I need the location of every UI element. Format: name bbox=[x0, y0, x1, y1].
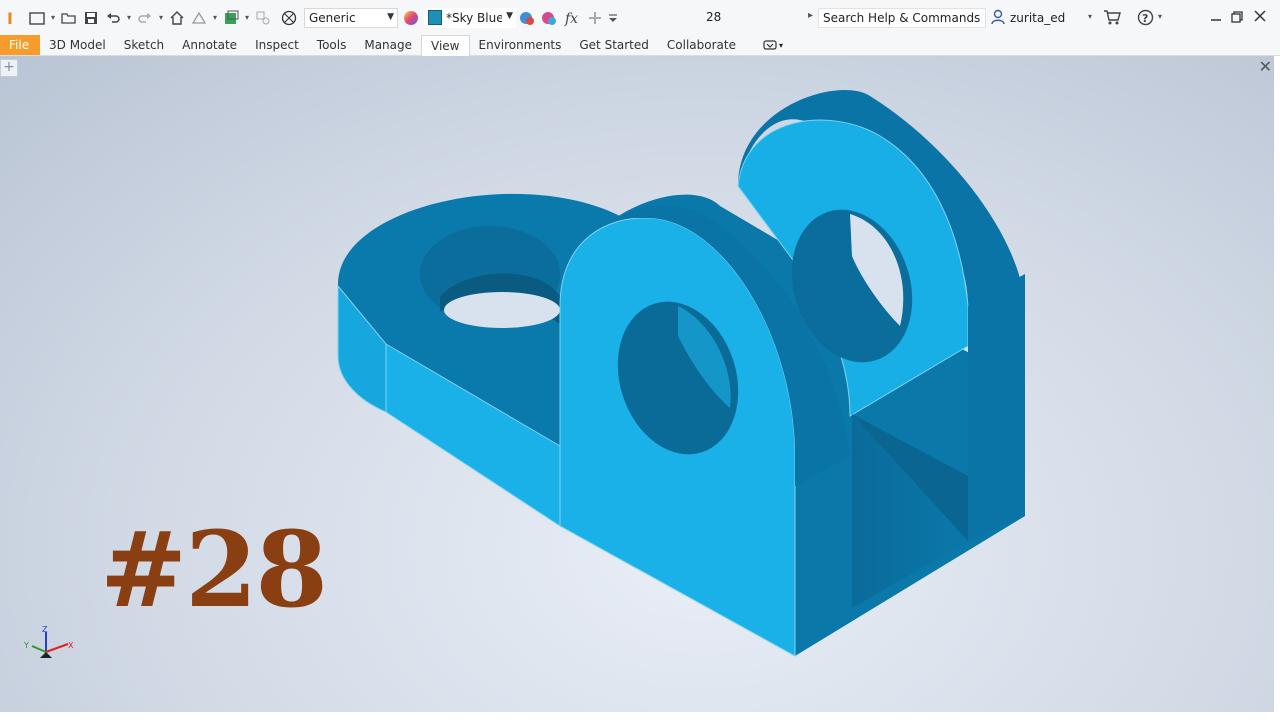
select-icon[interactable] bbox=[252, 7, 274, 29]
left-hole-through bbox=[444, 292, 560, 328]
ribbon-options-icon[interactable]: ▾ bbox=[763, 39, 783, 51]
minimize-icon[interactable] bbox=[1210, 10, 1222, 25]
tab-sketch[interactable]: Sketch bbox=[115, 35, 173, 55]
ribbon-tabs: File 3D Model Sketch Annotate Inspect To… bbox=[0, 34, 1280, 56]
tab-view[interactable]: View bbox=[421, 34, 470, 56]
triad-z-label: Z bbox=[42, 626, 48, 634]
tab-environments[interactable]: Environments bbox=[470, 35, 571, 55]
adjust-icon[interactable] bbox=[516, 7, 538, 29]
sketch-icon[interactable] bbox=[188, 7, 210, 29]
redo-icon[interactable] bbox=[134, 7, 156, 29]
sketch-dropdown-caret[interactable]: ▾ bbox=[210, 13, 220, 22]
cart-icon[interactable] bbox=[1103, 9, 1121, 28]
tab-collaborate[interactable]: Collaborate bbox=[658, 35, 745, 55]
tab-tools[interactable]: Tools bbox=[308, 35, 356, 55]
close-icon[interactable] bbox=[1254, 10, 1266, 25]
chevron-down-icon: ▼ bbox=[387, 11, 394, 22]
appearance-select[interactable]: *Sky Blue N ▼ bbox=[424, 7, 516, 28]
triad-x-label: X bbox=[68, 641, 74, 650]
bottom-border bbox=[0, 712, 1280, 720]
tab-inspect[interactable]: Inspect bbox=[246, 35, 308, 55]
material-select-value: Generic bbox=[309, 10, 356, 25]
document-name: 28 bbox=[706, 10, 722, 24]
open-icon[interactable] bbox=[58, 7, 80, 29]
user-dropdown-caret[interactable]: ▾ bbox=[1088, 12, 1092, 21]
view-triad[interactable]: Z X Y bbox=[18, 626, 78, 666]
material-select[interactable]: Generic ▼ bbox=[304, 7, 398, 28]
home-icon[interactable] bbox=[166, 7, 188, 29]
user-name[interactable]: zurita_ed bbox=[1010, 11, 1065, 25]
material-icon[interactable] bbox=[278, 7, 300, 29]
help-icon[interactable]: ? bbox=[1137, 9, 1154, 29]
tab-get-started[interactable]: Get Started bbox=[570, 35, 658, 55]
tab-annotate[interactable]: Annotate bbox=[173, 35, 246, 55]
svg-text:fx: fx bbox=[564, 11, 578, 26]
fx-icon[interactable]: fx bbox=[562, 7, 584, 29]
search-input[interactable] bbox=[818, 8, 986, 28]
undo-dropdown-caret[interactable]: ▾ bbox=[124, 13, 134, 22]
triad-y-label: Y bbox=[23, 641, 29, 650]
tab-file[interactable]: File bbox=[0, 35, 40, 55]
svg-text:I: I bbox=[7, 9, 13, 27]
appearance-icon[interactable] bbox=[400, 7, 422, 29]
save-icon[interactable] bbox=[80, 7, 102, 29]
undo-icon[interactable] bbox=[102, 7, 124, 29]
app-logo-icon[interactable]: I bbox=[0, 7, 22, 29]
graphics-viewport[interactable]: + ✕ #28 Z X Y bbox=[0, 56, 1274, 712]
svg-text:?: ? bbox=[1142, 12, 1148, 25]
chevron-down-icon: ▼ bbox=[506, 10, 513, 21]
appearance-select-value: *Sky Blue N bbox=[446, 10, 502, 25]
tab-3d-model[interactable]: 3D Model bbox=[40, 35, 115, 55]
user-icon[interactable] bbox=[990, 9, 1006, 28]
overlay-label: #28 bbox=[100, 508, 328, 631]
restore-icon[interactable] bbox=[1231, 11, 1243, 26]
clear-icon[interactable] bbox=[538, 7, 560, 29]
redo-dropdown-caret[interactable]: ▾ bbox=[156, 13, 166, 22]
right-border bbox=[1274, 56, 1280, 720]
appearance-color-icon bbox=[428, 10, 442, 25]
new-icon[interactable] bbox=[26, 7, 48, 29]
search-arrow-icon[interactable]: ▸ bbox=[808, 10, 813, 21]
customize-icon[interactable] bbox=[606, 7, 620, 29]
update-dropdown-caret[interactable]: ▾ bbox=[242, 13, 252, 22]
help-dropdown-caret[interactable]: ▾ bbox=[1158, 12, 1162, 21]
plus-icon[interactable] bbox=[584, 7, 606, 29]
new-dropdown-caret[interactable]: ▾ bbox=[48, 13, 58, 22]
tab-manage[interactable]: Manage bbox=[355, 35, 421, 55]
update-icon[interactable] bbox=[220, 7, 242, 29]
